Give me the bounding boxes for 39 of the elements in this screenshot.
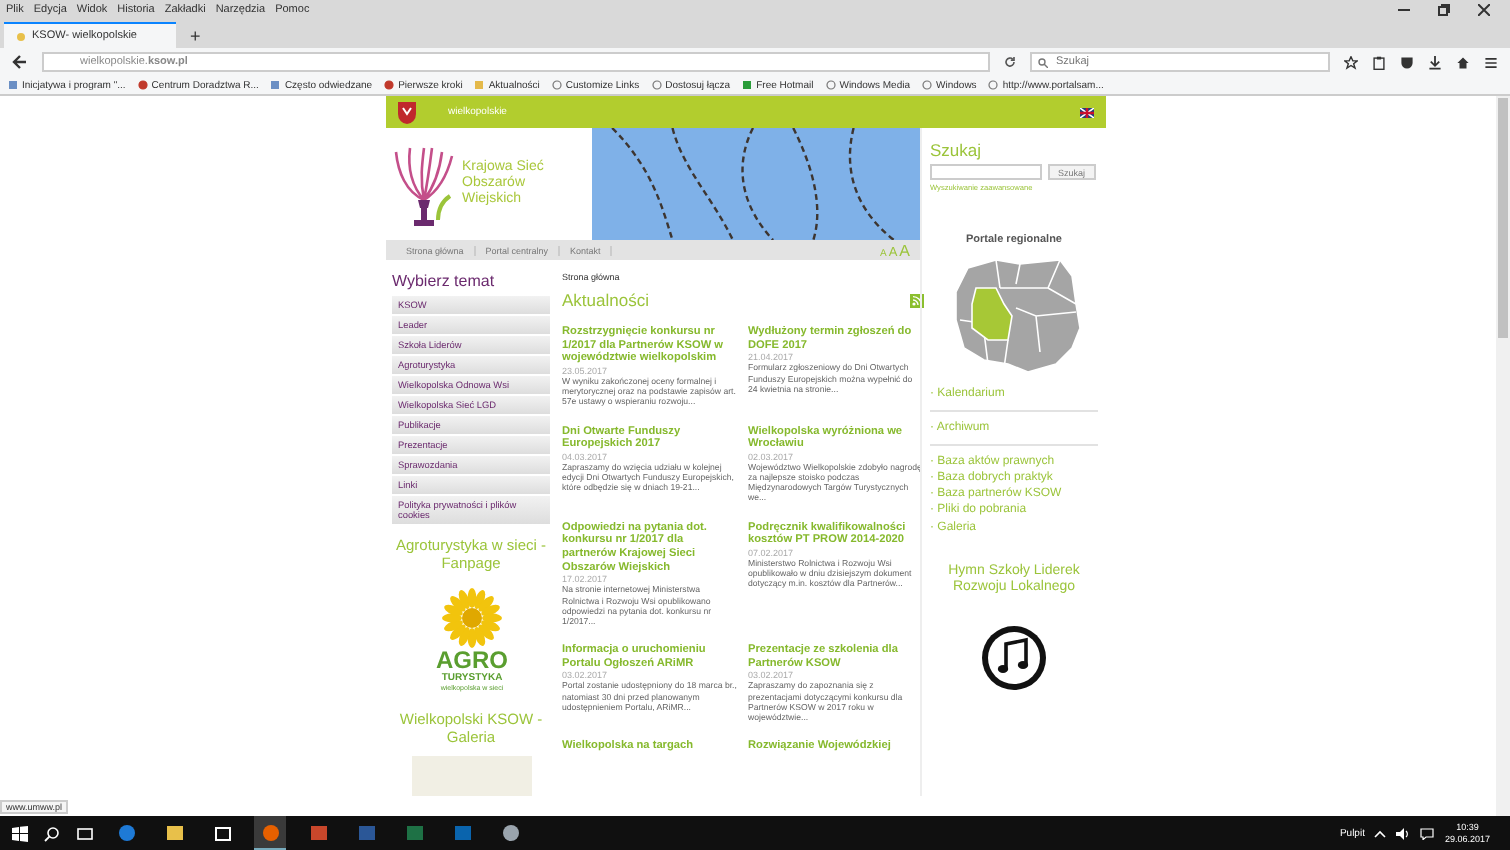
reload-icon[interactable] [1004, 56, 1016, 68]
dot-icon [384, 80, 395, 90]
page-icon [270, 80, 281, 90]
dot-icon [137, 80, 148, 90]
home-icon[interactable] [1456, 55, 1470, 69]
globe-icon [988, 80, 999, 90]
search-icon[interactable] [44, 825, 60, 841]
message-icon[interactable] [1420, 827, 1435, 839]
task-view-icon[interactable] [76, 825, 94, 841]
star-icon[interactable] [1344, 55, 1358, 69]
close-icon[interactable] [1478, 4, 1490, 16]
globe-icon [825, 80, 836, 90]
section-heading: Aktualności [562, 290, 649, 310]
chevron-icon[interactable] [1374, 829, 1387, 837]
page-icon [8, 80, 18, 90]
menu-icon[interactable] [1484, 55, 1498, 69]
scrollbar[interactable] [1496, 96, 1510, 816]
new-tab-button[interactable]: + [184, 24, 207, 48]
download-icon[interactable] [1428, 55, 1442, 69]
back-icon[interactable] [12, 54, 28, 70]
clipboard-icon[interactable] [1372, 55, 1386, 69]
folder-icon [474, 80, 485, 90]
tiles-icon [742, 80, 753, 90]
music-note-icon[interactable] [980, 624, 1048, 693]
speaker-icon[interactable] [1396, 827, 1411, 839]
globe-icon [922, 80, 933, 90]
shield-icon[interactable] [1400, 55, 1414, 69]
globe-icon [651, 80, 662, 90]
firefox-app-icon[interactable] [254, 816, 286, 850]
search-input[interactable] [930, 164, 1042, 180]
section-heading: Wybierz temat [392, 272, 497, 290]
coat-of-arms-icon [398, 101, 416, 123]
search-heading: Szukaj [930, 140, 984, 160]
english-flag-icon[interactable] [1080, 107, 1094, 117]
globe-icon [551, 80, 562, 90]
favicon-icon [16, 31, 26, 41]
minimize-icon[interactable] [1398, 4, 1410, 16]
windows-start-icon[interactable] [12, 825, 28, 841]
restore-icon[interactable] [1438, 4, 1450, 16]
